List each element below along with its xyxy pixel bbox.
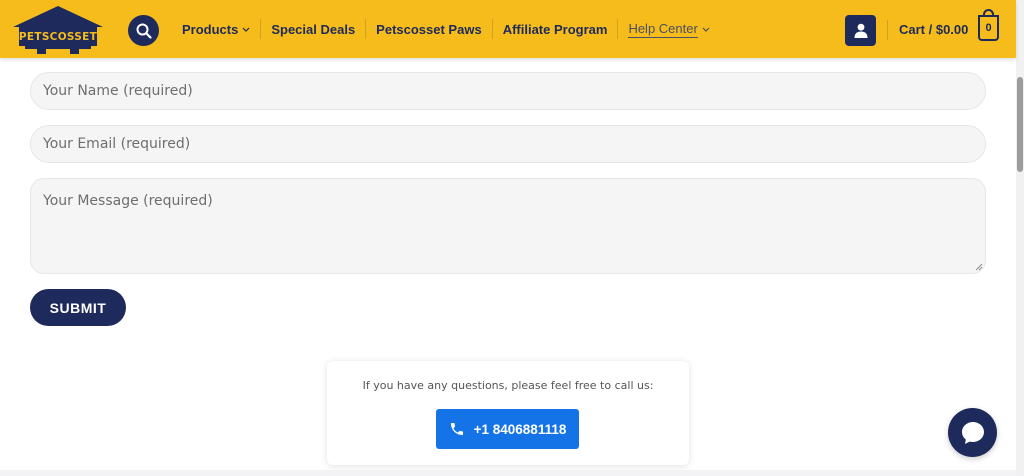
main-nav: Products Special Deals Petscosset Paws A… [172, 0, 720, 58]
message-placeholder: Your Message (required) [43, 193, 213, 209]
chevron-down-icon [242, 27, 250, 32]
submit-button[interactable]: SUBMIT [30, 289, 126, 326]
cart-count-badge[interactable]: 0 [978, 15, 999, 41]
page-scrollbar[interactable] [1016, 0, 1024, 476]
nav-item-special-deals[interactable]: Special Deals [260, 19, 365, 39]
nav-item-label: Special Deals [271, 21, 356, 37]
nav-item-help-center[interactable]: Help Center [617, 19, 719, 39]
cart-link[interactable]: Cart / $0.00 [899, 0, 968, 58]
chevron-down-icon [702, 27, 710, 32]
nav-item-label: Petscosset Paws [376, 21, 482, 37]
scrollbar-thumb[interactable] [1017, 77, 1023, 172]
phone-number: +1 8406881118 [473, 421, 567, 437]
account-button[interactable] [845, 15, 876, 46]
search-button[interactable] [128, 15, 159, 46]
call-us-card: If you have any questions, please feel f… [327, 361, 689, 465]
page-bottom-strip [0, 470, 1016, 476]
search-icon [136, 23, 152, 39]
message-textarea[interactable]: Your Message (required) [30, 178, 986, 274]
logo-house-icon [13, 6, 103, 54]
user-icon [854, 23, 867, 38]
nav-item-label: Help Center [628, 20, 698, 38]
nav-item-affiliate-program[interactable]: Affiliate Program [491, 19, 618, 39]
name-input[interactable]: Your Name (required) [30, 72, 986, 110]
site-header: PETSCOSSET Products Special Deals Petsco… [0, 0, 1016, 58]
nav-item-products[interactable]: Products [172, 19, 260, 39]
logo-text: PETSCOSSET [18, 31, 98, 43]
chat-widget-button[interactable] [948, 408, 997, 457]
call-phone-button[interactable]: +1 8406881118 [436, 409, 579, 449]
nav-item-label: Products [182, 21, 239, 37]
call-us-text: If you have any questions, please feel f… [362, 379, 654, 392]
chat-bubble-icon [961, 421, 984, 444]
header-divider [887, 20, 888, 40]
phone-icon [450, 423, 463, 435]
cart-label: Cart / $0.00 [899, 21, 969, 37]
resize-handle-icon[interactable] [975, 263, 983, 271]
email-input[interactable]: Your Email (required) [30, 125, 986, 163]
nav-item-petscosset-paws[interactable]: Petscosset Paws [365, 19, 492, 39]
nav-item-label: Affiliate Program [502, 21, 608, 37]
petscosset-logo[interactable]: PETSCOSSET [11, 5, 105, 55]
